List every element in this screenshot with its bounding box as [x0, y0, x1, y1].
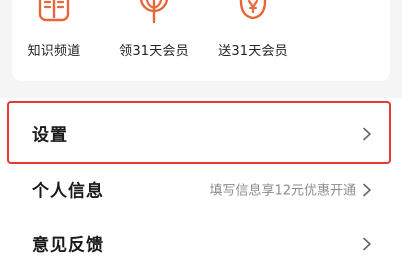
- gift-pouch-icon: [236, 0, 270, 28]
- gift-membership-button[interactable]: 送31天会员: [203, 0, 303, 81]
- personal-info-hint: 填写信息享12元优惠开通: [209, 183, 356, 199]
- chevron-right-icon: [362, 182, 372, 197]
- claim-membership-button[interactable]: 领31天会员: [104, 0, 204, 81]
- menu-item-settings-label: 设置: [32, 125, 68, 146]
- menu-item-personal-info[interactable]: 个人信息 填写信息享12元优惠开通: [0, 160, 402, 218]
- knowledge-channel-button[interactable]: 知识频道: [4, 0, 104, 81]
- menu-item-settings[interactable]: 设置: [0, 104, 402, 162]
- book-icon: [37, 0, 71, 28]
- sprout-icon: [137, 0, 171, 28]
- knowledge-channel-label: 知识频道: [27, 44, 81, 59]
- settings-menu: 设置 个人信息 填写信息享12元优惠开通 意见反馈: [0, 98, 402, 267]
- quick-actions-card: 知识频道 领31天会员 送31天会员: [12, 0, 390, 81]
- menu-item-feedback[interactable]: 意见反馈: [0, 214, 402, 267]
- menu-item-personal-info-label: 个人信息: [32, 181, 104, 202]
- gift-membership-label: 送31天会员: [218, 44, 288, 59]
- profile-page: 知识频道 领31天会员 送31天会员 设置 个人信息 填写信息享12元优惠开通 …: [0, 0, 402, 267]
- chevron-right-icon: [362, 126, 372, 141]
- menu-item-feedback-label: 意见反馈: [32, 235, 104, 256]
- chevron-right-icon: [362, 236, 372, 251]
- claim-membership-label: 领31天会员: [119, 44, 189, 59]
